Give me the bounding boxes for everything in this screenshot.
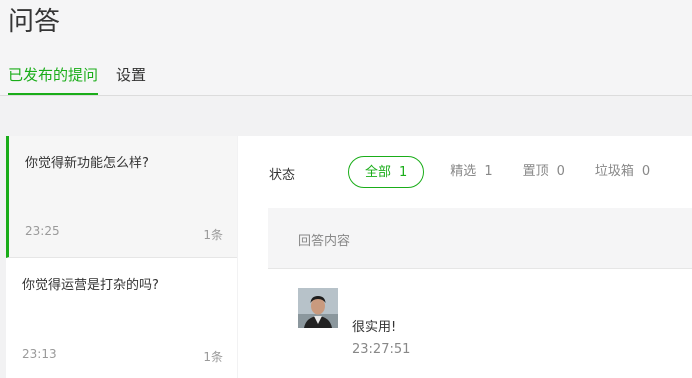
filter-all[interactable]: 全部 1 [348, 156, 425, 188]
filter-trash[interactable]: 垃圾箱 0 [595, 156, 650, 188]
header-divider [0, 95, 692, 96]
question-list: 你觉得新功能怎么样? 23:25 1条 你觉得运营是打杂的吗? 23:13 1条 [6, 136, 237, 378]
question-time: 23:13 [22, 347, 57, 361]
status-filters: 全部 1 精选 1 置顶 0 垃圾箱 0 [348, 156, 680, 188]
filter-label: 精选 [450, 164, 477, 179]
filter-count: 1 [484, 164, 493, 179]
answer-table-header: 回答内容 [268, 208, 692, 269]
question-item[interactable]: 你觉得运营是打杂的吗? 23:13 1条 [6, 258, 237, 378]
filter-label: 垃圾箱 [594, 164, 634, 179]
user-avatar [298, 288, 338, 328]
filter-pinned[interactable]: 置顶 0 [523, 156, 565, 188]
answer-content-column: 回答内容 [298, 234, 351, 249]
avatar-icon [298, 288, 338, 328]
filter-count: 1 [399, 165, 408, 180]
filter-count: 0 [556, 164, 565, 179]
answer-time: 23:27:51 [352, 342, 411, 357]
tab-settings[interactable]: 设置 [116, 60, 146, 96]
answer-count: 1条 [203, 228, 223, 242]
tab-published-questions[interactable]: 已发布的提问 [8, 60, 99, 96]
page-header: 问答 已发布的提问 设置 [0, 0, 692, 96]
answer-text: 很实用! [352, 320, 397, 335]
answer-count: 1条 [203, 350, 223, 364]
question-title: 你觉得新功能怎么样? [25, 156, 149, 171]
filter-label: 全部 [365, 165, 392, 180]
answers-panel: 状态 全部 1 精选 1 置顶 0 垃圾箱 0 回答内容 很实用! 23:27:51 [238, 136, 692, 378]
tab-bar: 已发布的提问 设置 [8, 60, 164, 96]
status-label: 状态 [269, 168, 296, 183]
filter-count: 0 [641, 164, 651, 179]
question-item[interactable]: 你觉得新功能怎么样? 23:25 1条 [6, 136, 237, 258]
question-title: 你觉得运营是打杂的吗? [22, 278, 159, 293]
page-title: 问答 [8, 7, 61, 37]
filter-featured[interactable]: 精选 1 [450, 156, 492, 188]
filter-label: 置顶 [522, 164, 549, 179]
question-time: 23:25 [25, 224, 60, 238]
